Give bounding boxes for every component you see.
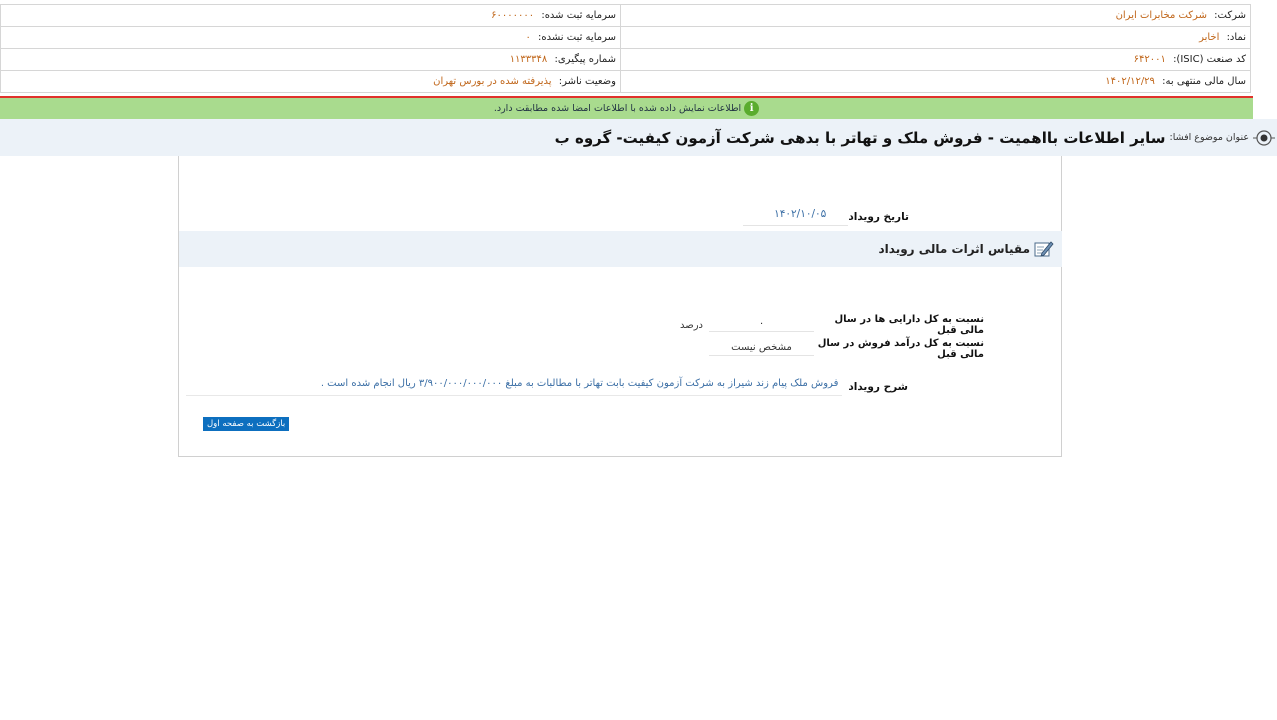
info-row: نماد: اخابر سرمایه ثبت نشده: ۰ xyxy=(0,26,1251,49)
event-date-value: ۱۴۰۲/۱۰/۰۵ xyxy=(743,208,849,226)
company-label: شرکت: xyxy=(1214,10,1246,21)
ratio-assets-value: ۰ xyxy=(709,318,814,332)
target-icon xyxy=(1253,127,1275,149)
symbol-cell: نماد: اخابر xyxy=(620,26,1251,49)
event-description-label: شرح رویداد xyxy=(848,381,908,393)
financial-section-title: مقیاس اثرات مالی رویداد xyxy=(878,242,1030,256)
ratio-assets-label: نسبت به کل دارایی ها در سال مالی قبل xyxy=(834,314,984,336)
fiscal-year-value: ۱۴۰۲/۱۲/۲۹ xyxy=(1105,76,1155,87)
symbol-label: نماد: xyxy=(1226,32,1246,43)
registered-capital-value: ۶۰۰۰۰۰۰۰ xyxy=(491,10,535,21)
info-row: شرکت: شرکت مخابرات ایران سرمایه ثبت شده:… xyxy=(0,4,1251,27)
publisher-status-label: وضعیت ناشر: xyxy=(558,76,616,87)
event-description-text: فروش ملک پیام زند شیراز به شرکت آزمون کی… xyxy=(185,378,843,396)
registered-capital-cell: سرمایه ثبت شده: ۶۰۰۰۰۰۰۰ xyxy=(0,4,621,27)
isic-cell: کد صنعت (ISIC): ۶۴۲۰۰۱ xyxy=(620,48,1251,71)
isic-label: کد صنعت (ISIC): xyxy=(1173,54,1246,65)
fiscal-year-cell: سال مالی منتهی به: ۱۴۰۲/۱۲/۲۹ xyxy=(620,70,1251,93)
ratio-assets-unit: درصد xyxy=(679,319,703,331)
financial-section-header: مقیاس اثرات مالی رویداد xyxy=(179,231,1062,267)
publisher-status-value: پذیرفته شده در بورس تهران xyxy=(433,76,552,87)
company-cell: شرکت: شرکت مخابرات ایران xyxy=(620,4,1251,27)
event-date-row: تاریخ رویداد ۱۴۰۲/۱۰/۰۵ xyxy=(743,208,909,226)
tracking-value: ۱۱۳۳۳۴۸ xyxy=(509,54,548,65)
page-title: سایر اطلاعات بااهمیت - فروش ملک و تهاتر … xyxy=(554,128,1166,147)
edit-icon xyxy=(1034,240,1054,258)
info-row: کد صنعت (ISIC): ۶۴۲۰۰۱ شماره پیگیری: ۱۱۳… xyxy=(0,48,1251,71)
symbol-value: اخابر xyxy=(1199,32,1220,43)
ratio-revenue-label: نسبت به کل درآمد فروش در سال مالی قبل xyxy=(817,338,984,360)
title-prefix: عنوان موضوع افشا: xyxy=(1169,132,1250,143)
back-to-home-button[interactable]: بازگشت به صفحه اول xyxy=(203,417,290,431)
unregistered-capital-value: ۰ xyxy=(525,32,531,43)
event-panel: تاریخ رویداد ۱۴۰۲/۱۰/۰۵ مقیاس اثرات مالی… xyxy=(178,156,1062,457)
info-icon: i xyxy=(744,101,760,116)
tracking-label: شماره پیگیری: xyxy=(554,54,616,65)
disclosure-title-bar: عنوان موضوع افشا: سایر اطلاعات بااهمیت -… xyxy=(0,119,1277,156)
notice-text: اطلاعات نمایش داده شده با اطلاعات امضا ش… xyxy=(493,103,742,114)
ratio-assets-row: نسبت به کل دارایی ها در سال مالی قبل ۰ د… xyxy=(680,314,984,336)
info-row: سال مالی منتهی به: ۱۴۰۲/۱۲/۲۹ وضعیت ناشر… xyxy=(0,70,1251,93)
fiscal-year-label: سال مالی منتهی به: xyxy=(1162,76,1246,87)
unregistered-capital-label: سرمایه ثبت نشده: xyxy=(538,32,616,43)
ratio-revenue-row: نسبت به کل درآمد فروش در سال مالی قبل مش… xyxy=(709,338,984,360)
registered-capital-label: سرمایه ثبت شده: xyxy=(541,10,616,21)
company-value: شرکت مخابرات ایران xyxy=(1115,10,1207,21)
unregistered-capital-cell: سرمایه ثبت نشده: ۰ xyxy=(0,26,621,49)
publisher-status-cell: وضعیت ناشر: پذیرفته شده در بورس تهران xyxy=(0,70,621,93)
company-info-table: شرکت: شرکت مخابرات ایران سرمایه ثبت شده:… xyxy=(0,4,1251,93)
isic-value: ۶۴۲۰۰۱ xyxy=(1133,54,1166,65)
event-date-label: تاریخ رویداد xyxy=(848,211,909,223)
verification-notice: i اطلاعات نمایش داده شده با اطلاعات امضا… xyxy=(0,98,1253,119)
tracking-cell: شماره پیگیری: ۱۱۳۳۳۴۸ xyxy=(0,48,621,71)
event-description-row: شرح رویداد فروش ملک پیام زند شیراز به شر… xyxy=(185,378,908,396)
ratio-revenue-value: مشخص نیست xyxy=(709,342,814,356)
